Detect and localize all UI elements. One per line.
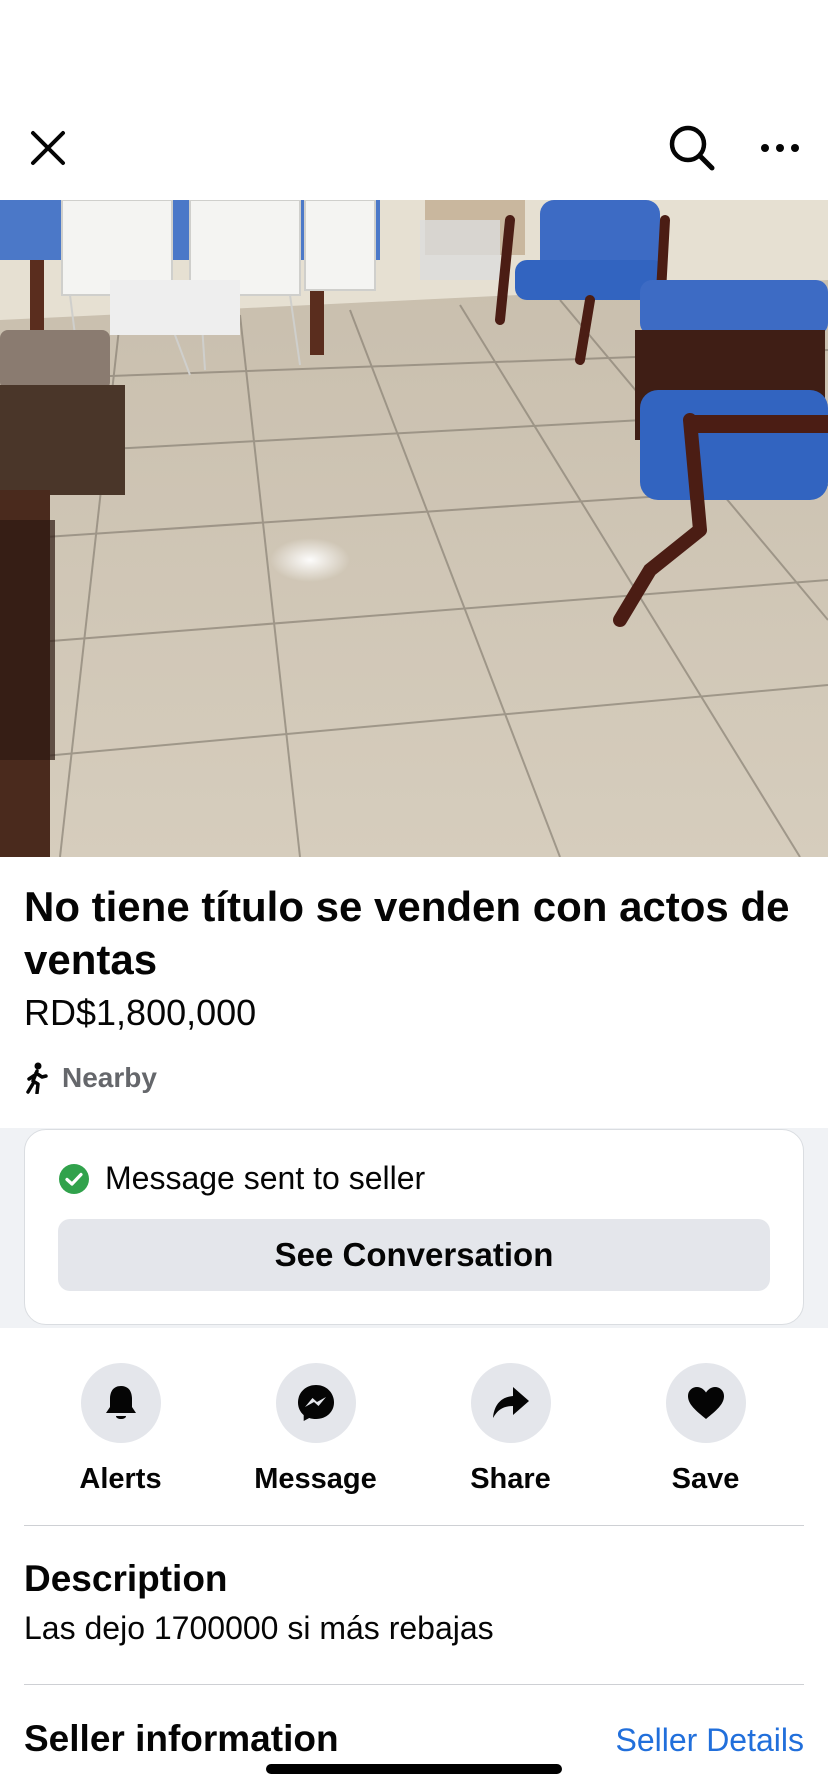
check-circle-icon (59, 1163, 89, 1194)
listing-price: RD$1,800,000 (24, 992, 257, 1033)
divider (24, 1525, 804, 1526)
alerts-button[interactable]: Alerts (23, 1363, 218, 1496)
close-icon (31, 131, 65, 165)
alerts-circle (80, 1363, 161, 1443)
message-status-text: Message sent to seller (105, 1160, 426, 1196)
listing-location: Nearby (24, 1060, 157, 1096)
save-label: Save (671, 1463, 740, 1495)
share-circle (470, 1363, 551, 1443)
message-label: Message (254, 1463, 377, 1495)
see-conversation-button[interactable]: See Conversation (58, 1219, 770, 1291)
listing-title: No tiene título se venden con actos de v… (24, 883, 790, 983)
description-heading: Description (24, 1558, 228, 1599)
search-icon (669, 125, 715, 171)
more-icon (761, 144, 799, 152)
message-sent-card: Message sent to seller See Conversation (24, 1129, 804, 1325)
location-label: Nearby (62, 1062, 157, 1093)
seller-details-link[interactable]: Seller Details (615, 1722, 804, 1759)
top-bar (0, 0, 828, 200)
home-indicator[interactable] (266, 1764, 562, 1774)
seller-information-heading: Seller information (24, 1718, 339, 1759)
close-button[interactable] (18, 118, 78, 178)
bell-icon (105, 1386, 136, 1419)
messenger-icon (297, 1385, 334, 1421)
save-button[interactable]: Save (608, 1363, 803, 1496)
share-label: Share (470, 1463, 551, 1495)
alerts-label: Alerts (79, 1463, 162, 1495)
search-button[interactable] (662, 118, 722, 178)
listing-page: No tiene título se venden con actos de v… (0, 0, 828, 1792)
heart-icon (687, 1387, 724, 1419)
more-options-button[interactable] (750, 118, 810, 178)
message-button[interactable]: Message (218, 1363, 413, 1496)
share-icon (492, 1387, 529, 1418)
share-button[interactable]: Share (413, 1363, 608, 1496)
divider (24, 1684, 804, 1685)
description-text: Las dejo 1700000 si más rebajas (24, 1610, 494, 1646)
listing-photo[interactable] (0, 200, 828, 857)
walking-person-icon (26, 1062, 48, 1094)
message-status: Message sent to seller (59, 1160, 425, 1197)
save-circle (665, 1363, 746, 1443)
message-circle (275, 1363, 356, 1443)
photo-illustration (0, 200, 828, 857)
action-bar: Alerts Message Share Save (0, 1363, 828, 1496)
